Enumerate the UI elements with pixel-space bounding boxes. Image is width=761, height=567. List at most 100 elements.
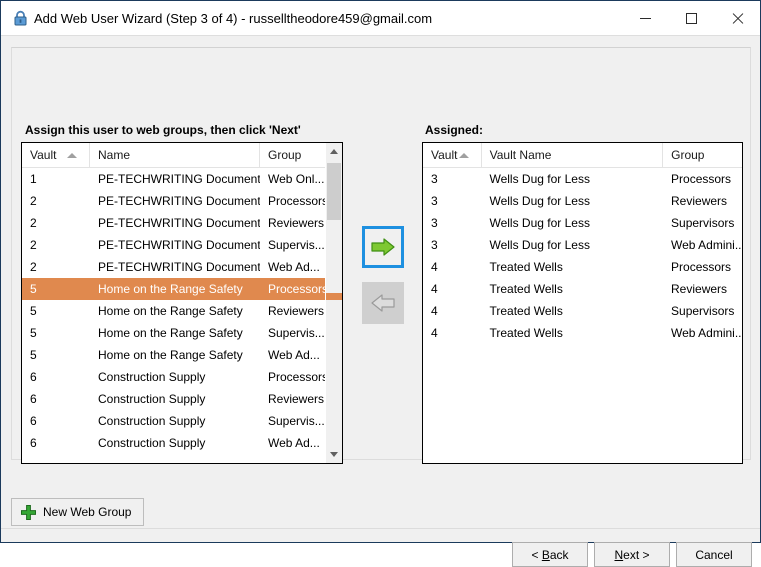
arrow-left-icon — [371, 294, 395, 312]
cell-name: Construction Supply — [98, 370, 206, 384]
available-groups-list[interactable]: Vault Name Group 1 PE-TECHWRITING Documen… — [21, 142, 343, 464]
cell-group: Processors — [671, 260, 732, 274]
assigned-column-header-vault[interactable]: Vault — [423, 143, 482, 167]
cell-group: Web Admini... — [671, 238, 742, 252]
column-header-group[interactable]: Group — [260, 143, 327, 167]
available-list-scrollbar[interactable] — [325, 143, 342, 463]
cell-vault: 6 — [30, 392, 37, 406]
cell-name: Home on the Range Safety — [98, 304, 243, 318]
cell-name: Home on the Range Safety — [98, 282, 243, 296]
table-row[interactable]: 4 Treated Wells Supervisors — [423, 300, 742, 322]
cell-vault: 6 — [30, 436, 37, 450]
cell-vault: 5 — [30, 282, 37, 296]
table-row[interactable]: 2 PE-TECHWRITING Documents ... Reviewers — [22, 212, 327, 234]
cell-name: PE-TECHWRITING Documents ... — [98, 194, 260, 208]
cell-vault: 2 — [30, 238, 37, 252]
cell-vault: 5 — [30, 304, 37, 318]
minimize-button[interactable] — [622, 1, 668, 35]
cell-vault: 4 — [431, 304, 438, 318]
table-row[interactable]: 1 PE-TECHWRITING Documents Web Onl... — [22, 168, 327, 190]
cell-group: Reviewers — [671, 194, 728, 208]
next-button[interactable]: Next > — [594, 542, 670, 567]
table-row[interactable]: 3 Wells Dug for Less Processors — [423, 168, 742, 190]
cell-name: Construction Supply — [98, 392, 206, 406]
table-row[interactable]: 6 Construction Supply Supervis... — [22, 410, 327, 432]
cell-name: PE-TECHWRITING Documents ... — [98, 260, 260, 274]
table-row[interactable]: 5 Home on the Range Safety Reviewers — [22, 300, 327, 322]
cell-vault: 2 — [30, 260, 37, 274]
cell-vault: 2 — [30, 216, 37, 230]
table-row[interactable]: 5 Home on the Range Safety Web Ad... — [22, 344, 327, 366]
table-row[interactable]: 3 Wells Dug for Less Web Admini... — [423, 234, 742, 256]
assigned-list-rows: 3 Wells Dug for Less Processors 3 Wells Dug … — [423, 168, 742, 463]
table-row[interactable]: 5 Home on the Range Safety Processors — [22, 278, 327, 300]
table-row[interactable]: 4 Treated Wells Reviewers — [423, 278, 742, 300]
scroll-down-button[interactable] — [326, 446, 342, 463]
scrollbar-track[interactable] — [326, 160, 342, 446]
table-row[interactable]: 6 Construction Supply Processors — [22, 366, 327, 388]
cell-name: Home on the Range Safety — [98, 348, 243, 362]
maximize-button[interactable] — [668, 1, 714, 35]
cell-vault: 5 — [30, 326, 37, 340]
cell-vault: 3 — [431, 238, 438, 252]
table-row[interactable]: 6 Construction Supply Reviewers — [22, 388, 327, 410]
column-header-vault[interactable]: Vault — [22, 143, 90, 167]
scrollbar-thumb[interactable] — [327, 163, 341, 220]
column-header-name[interactable]: Name — [90, 143, 260, 167]
left-panel-label: Assign this user to web groups, then cli… — [25, 123, 301, 137]
column-header-group-label: Group — [268, 148, 302, 162]
cell-name: Wells Dug for Less — [489, 172, 590, 186]
cell-group: Supervis... — [268, 414, 325, 428]
table-row[interactable]: 6 Construction Supply Web Ad... — [22, 432, 327, 454]
cell-name: Treated Wells — [489, 282, 563, 296]
cell-group: Web Onl... — [268, 172, 325, 186]
available-list-header: Vault Name Group — [22, 143, 342, 168]
cell-group: Reviewers — [268, 216, 325, 230]
window-title: Add Web User Wizard (Step 3 of 4) - russ… — [34, 10, 433, 26]
table-row[interactable]: 5 Home on the Range Safety Supervis... — [22, 322, 327, 344]
assigned-label: Assigned: — [425, 123, 484, 137]
cancel-button[interactable]: Cancel — [676, 542, 752, 567]
cell-name: PE-TECHWRITING Documents — [98, 172, 260, 186]
cell-vault: 4 — [431, 282, 438, 296]
table-row[interactable]: 2 PE-TECHWRITING Documents ... Processors — [22, 190, 327, 212]
sort-ascending-icon — [67, 153, 77, 158]
maximize-icon — [685, 12, 697, 24]
assign-group-button[interactable] — [362, 226, 404, 268]
close-button[interactable] — [714, 1, 760, 35]
table-row[interactable]: 2 PE-TECHWRITING Documents ... Supervis... — [22, 234, 327, 256]
back-button[interactable]: < Back — [512, 542, 588, 567]
assigned-groups-list[interactable]: Vault Vault Name Group 3 Wells Dug for Le… — [422, 142, 743, 464]
dialog-window: Add Web User Wizard (Step 3 of 4) - russ… — [0, 0, 761, 567]
cell-name: PE-TECHWRITING Documents ... — [98, 216, 260, 230]
scroll-up-button[interactable] — [326, 143, 342, 160]
cell-group: Processors — [268, 282, 327, 296]
assigned-column-header-vault-name[interactable]: Vault Name — [482, 143, 664, 167]
window-controls — [622, 1, 760, 35]
table-row[interactable]: 3 Wells Dug for Less Supervisors — [423, 212, 742, 234]
selection-marker — [326, 293, 342, 300]
assigned-column-header-group-label: Group — [671, 148, 705, 162]
cell-group: Reviewers — [671, 282, 728, 296]
table-row[interactable]: 2 PE-TECHWRITING Documents ... Web Ad... — [22, 256, 327, 278]
cell-name: Construction Supply — [98, 414, 206, 428]
arrow-right-icon — [371, 238, 395, 256]
cell-vault: 6 — [30, 370, 37, 384]
table-row[interactable]: 3 Wells Dug for Less Reviewers — [423, 190, 742, 212]
assigned-column-header-vault-name-label: Vault Name — [489, 148, 552, 162]
next-button-label: Next > — [614, 547, 650, 562]
footer-divider — [1, 528, 760, 529]
lock-icon — [8, 10, 32, 27]
sort-ascending-icon — [458, 153, 469, 158]
table-row[interactable]: 4 Treated Wells Processors — [423, 256, 742, 278]
cell-vault: 3 — [431, 172, 438, 186]
chevron-down-icon — [330, 452, 338, 457]
cell-group: Web Admini... — [671, 326, 742, 340]
cell-name: Wells Dug for Less — [489, 238, 590, 252]
assigned-column-header-group[interactable]: Group — [663, 143, 742, 167]
cell-group: Processors — [268, 370, 327, 384]
new-web-group-button[interactable]: New Web Group — [11, 498, 145, 526]
minimize-icon — [639, 17, 651, 19]
available-list-rows: 1 PE-TECHWRITING Documents Web Onl... 2 PE-T… — [22, 168, 327, 463]
table-row[interactable]: 4 Treated Wells Web Admini... — [423, 322, 742, 344]
